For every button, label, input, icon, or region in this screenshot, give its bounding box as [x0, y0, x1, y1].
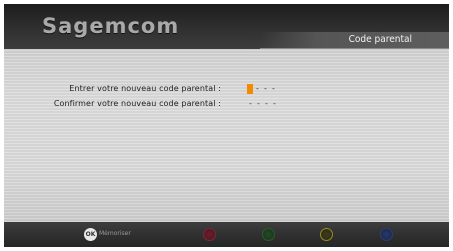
- confirm-code-label: Confirmer votre nouveau code parental :: [53, 99, 221, 108]
- yellow-button[interactable]: [320, 228, 333, 241]
- ok-button[interactable]: OK: [84, 228, 97, 241]
- new-code-digit-1[interactable]: [247, 84, 253, 94]
- page-title: Code parental: [348, 34, 412, 45]
- header-bar: Sagemcom Code parental: [4, 4, 449, 49]
- red-button[interactable]: [203, 228, 216, 241]
- sagemcom-logo: Sagemcom: [42, 14, 180, 38]
- blue-button[interactable]: [380, 228, 393, 241]
- confirm-code-input[interactable]: - - - -: [247, 99, 279, 109]
- new-code-digit-4[interactable]: -: [270, 84, 277, 94]
- confirm-code-row: Confirmer votre nouveau code parental : …: [4, 99, 449, 111]
- new-code-row: Entrer votre nouveau code parental : - -…: [4, 84, 449, 96]
- new-code-input[interactable]: - - -: [247, 84, 278, 94]
- new-code-label: Entrer votre nouveau code parental :: [69, 84, 221, 93]
- ok-button-label: Mémoriser: [99, 230, 131, 237]
- tv-screen: Sagemcom Code parental Entrer votre nouv…: [4, 4, 449, 247]
- new-code-digit-3[interactable]: -: [262, 84, 269, 94]
- green-button[interactable]: [262, 228, 275, 241]
- confirm-code-digit-4[interactable]: -: [271, 99, 278, 109]
- content-panel: Entrer votre nouveau code parental : - -…: [4, 49, 449, 222]
- confirm-code-digit-1[interactable]: -: [247, 99, 254, 109]
- new-code-digit-2[interactable]: -: [254, 84, 261, 94]
- footer-bar: OK Mémoriser: [4, 222, 449, 247]
- confirm-code-digit-3[interactable]: -: [263, 99, 270, 109]
- confirm-code-digit-2[interactable]: -: [255, 99, 262, 109]
